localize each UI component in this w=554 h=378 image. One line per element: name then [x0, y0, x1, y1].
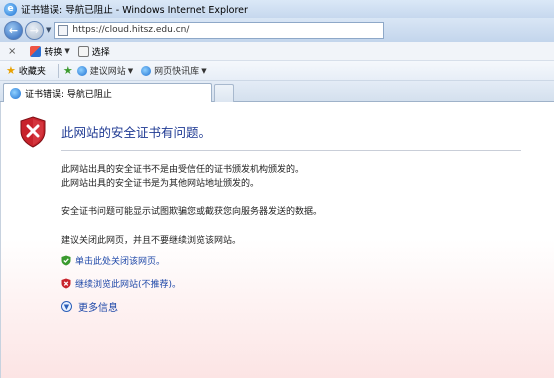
translate-dropdown-icon[interactable]: ▼ [64, 47, 69, 55]
new-tab-button[interactable] [214, 84, 234, 102]
shield-check-icon [61, 255, 71, 266]
shield-x-icon [61, 278, 71, 289]
address-bar: ← → ▼ https://cloud.hitsz.edu.cn/ [0, 18, 554, 42]
page-title: 此网站的安全证书有问题。 [61, 125, 212, 140]
more-information-toggle[interactable]: ▼ 更多信息 [61, 299, 118, 314]
back-button[interactable]: ← [4, 20, 23, 40]
divider [57, 63, 59, 78]
close-page-label: 单击此处关闭该网页。 [75, 257, 166, 267]
translate-icon [30, 45, 42, 57]
tab-bar: 证书错误: 导航已阻止 [0, 81, 554, 103]
web-slice-gallery-label: 网页快讯库 [154, 67, 200, 77]
close-page-link[interactable]: 单击此处关闭该网页。 [61, 254, 165, 267]
add-to-favorites-icon[interactable]: ★ [63, 64, 73, 77]
error-page: 此网站的安全证书有问题。 此网站出具的安全证书不是由受信任的证书颁发机构颁发的。… [0, 102, 554, 378]
close-toolbar-icon[interactable]: × [8, 46, 16, 57]
error-detail-2: 此网站出具的安全证书是为其他网站地址颁发的。 [61, 179, 260, 189]
favorites-button[interactable]: 收藏夹 [19, 64, 46, 77]
web-slice-dropdown-icon[interactable]: ▼ [201, 67, 206, 75]
more-information-label: 更多信息 [78, 303, 118, 314]
translate-label: 转换 [44, 47, 63, 58]
tab-label: 证书错误: 导航已阻止 [25, 90, 112, 100]
web-slice-gallery-link[interactable]: 网页快讯库 ▼ [141, 64, 207, 77]
shield-error-icon [20, 116, 46, 148]
page-icon [58, 24, 69, 36]
error-explanation: 安全证书问题可能显示试图欺骗您或截获您向服务器发送的数据。 [61, 207, 323, 217]
favorites-bar: ★ 收藏夹 ★ 建议网站 ▼ 网页快讯库 ▼ [0, 61, 554, 81]
ie-icon [10, 88, 21, 99]
tab-certificate-error[interactable]: 证书错误: 导航已阻止 [3, 83, 212, 103]
select-icon [77, 45, 89, 57]
window-title: 证书错误: 导航已阻止 - Windows Internet Explorer [21, 5, 248, 16]
suggested-sites-label: 建议网站 [89, 67, 126, 77]
command-bar: × 转换 ▼ 选择 [0, 42, 554, 61]
suggested-sites-dropdown-icon[interactable]: ▼ [128, 67, 133, 75]
divider [61, 150, 521, 151]
error-detail-1: 此网站出具的安全证书不是由受信任的证书颁发机构颁发的。 [61, 165, 305, 175]
url-field[interactable]: https://cloud.hitsz.edu.cn/ [54, 21, 385, 39]
recommendation-text: 建议关闭此网页，并且不要继续浏览该网站。 [61, 236, 242, 246]
continue-label: 继续浏览此网站(不推荐)。 [75, 280, 182, 290]
translate-button[interactable]: 转换 ▼ [30, 45, 70, 58]
select-button[interactable]: 选择 [77, 45, 110, 58]
title-bar: e 证书错误: 导航已阻止 - Windows Internet Explore… [0, 0, 554, 18]
favorites-star-icon: ★ [6, 64, 16, 77]
continue-to-website-link[interactable]: 继续浏览此网站(不推荐)。 [61, 277, 181, 290]
expand-icon: ▼ [61, 301, 72, 312]
suggested-sites-link[interactable]: 建议网站 ▼ [76, 64, 133, 77]
ie-logo-icon: e [4, 2, 17, 16]
select-label: 选择 [91, 47, 110, 58]
url-text: https://cloud.hitsz.edu.cn/ [72, 25, 190, 35]
forward-button[interactable]: → [25, 20, 44, 40]
recent-pages-dropdown-icon[interactable]: ▼ [46, 26, 51, 34]
ie-icon [76, 65, 87, 76]
ie-icon [141, 65, 152, 76]
